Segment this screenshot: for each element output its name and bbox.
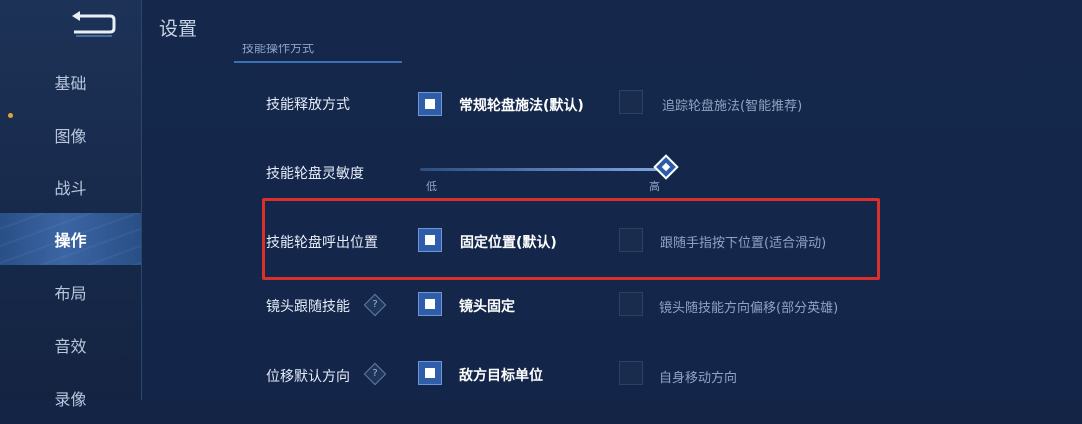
settings-panel: 设置 技能操作方式 技能释放方式 常规轮盘施法(默认) 追踪轮盘施法(智能推荐)… xyxy=(142,0,1082,400)
direction-target-label: 敌方目标单位 xyxy=(459,368,543,384)
setting-label-cast-mode: 技能释放方式 xyxy=(266,97,350,113)
cast-mode-tracking-checkbox[interactable] xyxy=(619,90,643,114)
sidebar-item-replay[interactable]: 录像 xyxy=(0,372,141,424)
setting-label-camera-follow: 镜头跟随技能 xyxy=(266,299,350,315)
camera-fixed-label: 镜头固定 xyxy=(459,299,515,315)
question-mark-icon[interactable]: ? xyxy=(363,293,387,317)
slider-max-label: 高 xyxy=(649,180,660,193)
setting-label-displacement-direction: 位移默认方向 xyxy=(266,369,350,385)
setting-label-sensitivity: 技能轮盘灵敏度 xyxy=(266,166,364,182)
sensitivity-slider-track[interactable] xyxy=(420,168,668,171)
sidebar-item-sound[interactable]: 音效 xyxy=(0,319,141,371)
highlight-box xyxy=(262,198,880,280)
page-title: 设置 xyxy=(159,18,198,40)
direction-self-label: 自身移动方向 xyxy=(659,371,738,386)
sidebar-item-graphics[interactable]: 图像 xyxy=(0,109,141,161)
direction-self-checkbox[interactable] xyxy=(619,361,643,385)
direction-target-checkbox[interactable] xyxy=(418,361,442,385)
sidebar-item-basic[interactable]: 基础 xyxy=(0,56,141,108)
camera-offset-checkbox[interactable] xyxy=(619,292,643,316)
cast-mode-normal-checkbox[interactable] xyxy=(418,92,442,116)
cast-mode-tracking-label: 追踪轮盘施法(智能推荐) xyxy=(662,99,803,114)
back-arrow-icon[interactable] xyxy=(64,10,118,40)
sensitivity-slider-handle[interactable] xyxy=(653,154,679,180)
sidebar-item-combat[interactable]: 战斗 xyxy=(0,161,141,213)
slider-min-label: 低 xyxy=(426,180,437,193)
cast-mode-normal-label: 常规轮盘施法(默认) xyxy=(459,98,584,114)
camera-offset-label: 镜头随技能方向偏移(部分英雄) xyxy=(659,301,839,316)
sidebar: 基础 图像 战斗 操作 布局 音效 录像 xyxy=(0,0,142,409)
sidebar-item-controls[interactable]: 操作 xyxy=(0,213,141,265)
section-tab[interactable]: 技能操作方式 xyxy=(234,44,402,63)
sidebar-item-layout[interactable]: 布局 xyxy=(0,266,141,318)
question-mark-icon[interactable]: ? xyxy=(363,362,387,386)
camera-fixed-checkbox[interactable] xyxy=(418,292,442,316)
